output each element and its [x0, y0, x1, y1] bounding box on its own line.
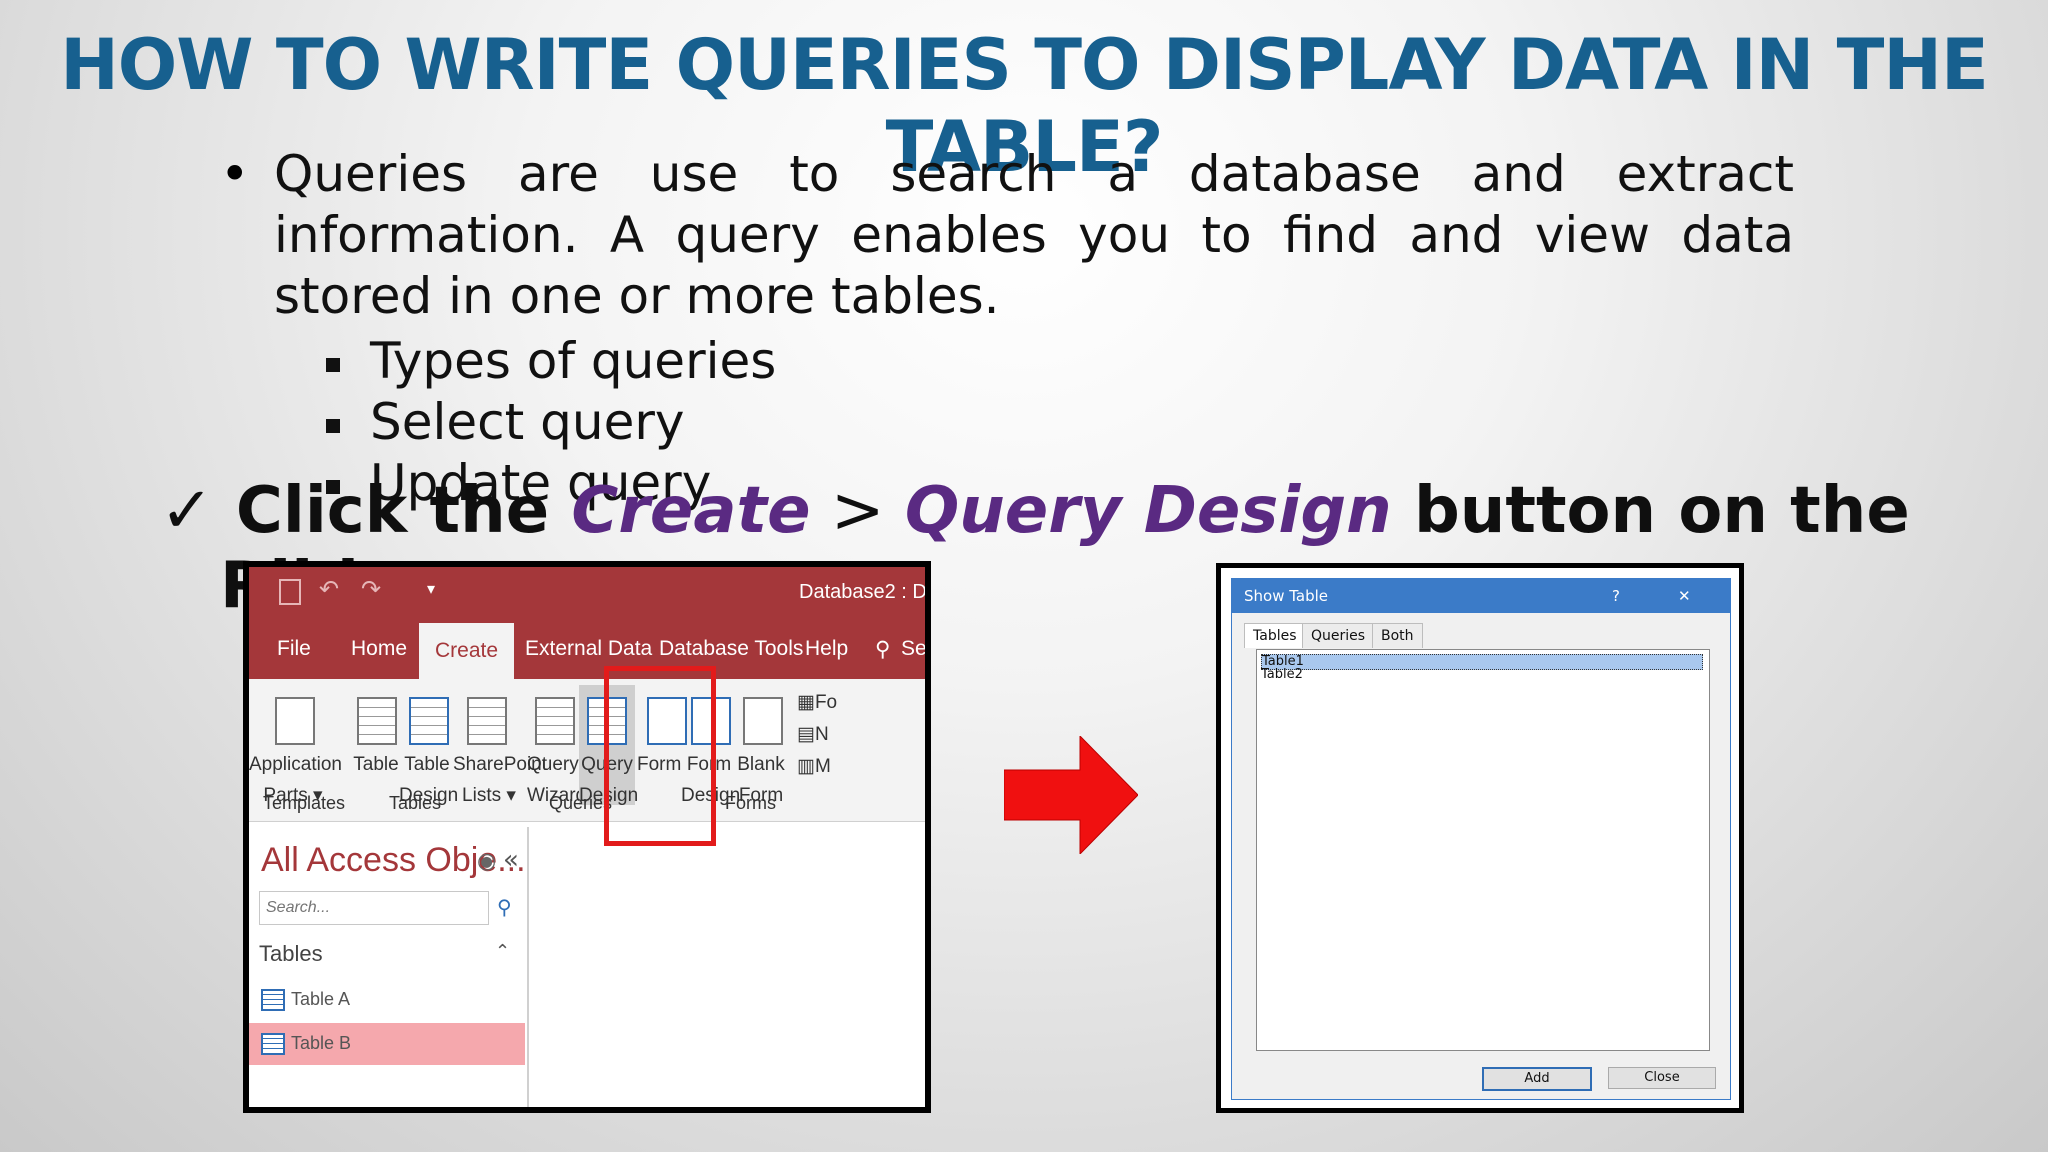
query-design-highlight-box	[604, 666, 716, 846]
tell-me-icon[interactable]: ⚲	[875, 637, 890, 662]
group-label-forms: Forms	[725, 793, 776, 813]
tab-database-tools[interactable]: Database Tools	[659, 637, 803, 661]
help-button[interactable]: ?	[1612, 579, 1620, 613]
group-label-templates: Templates	[263, 793, 346, 813]
close-icon[interactable]: ✕	[1678, 579, 1691, 613]
dialog-title: Show Table	[1244, 587, 1329, 605]
sub-bullet-item: Select query	[326, 392, 684, 453]
quick-access-dropdown-icon[interactable]: ▾	[427, 579, 435, 598]
show-table-screenshot: Show Table ? ✕ Tables Queries Both Table…	[1216, 563, 1744, 1113]
tab-external-data[interactable]: External Data	[525, 637, 652, 661]
tab-home[interactable]: Home	[351, 637, 407, 661]
show-table-dialog: Show Table ? ✕ Tables Queries Both Table…	[1231, 578, 1731, 1100]
tab-tell-me[interactable]: Se	[901, 637, 925, 661]
search-icon[interactable]: ⚲	[497, 895, 512, 919]
window-title: Database2 : Data	[799, 581, 927, 603]
group-label-tables: Tables	[389, 793, 442, 813]
bullet-dot: •	[220, 145, 250, 203]
check-icon: ✓	[160, 474, 214, 548]
form-wizard-button[interactable]: ▦Fo	[797, 687, 837, 718]
dialog-titlebar: Show Table ? ✕	[1232, 579, 1730, 613]
redo-icon[interactable]: ↷	[361, 575, 381, 603]
nav-section-tables[interactable]: Tables ⌃	[249, 935, 525, 977]
nav-item-table-b[interactable]: Table B	[249, 1023, 525, 1065]
nav-item-table-a[interactable]: Table A	[249, 979, 525, 1021]
square-bullet-icon	[326, 418, 340, 433]
sub-bullet-item: Types of queries	[326, 331, 776, 392]
list-item[interactable]: Table2	[1261, 668, 1701, 682]
table-design-icon[interactable]	[409, 697, 449, 745]
navigation-button[interactable]: ▤N	[797, 719, 837, 750]
access-titlebar: ↶ ↷ ▾ Database2 : Data	[249, 567, 925, 621]
square-bullet-icon	[326, 357, 340, 372]
blank-form-icon[interactable]	[743, 697, 783, 745]
query-wizard-icon[interactable]	[535, 697, 575, 745]
access-screenshot: ↶ ↷ ▾ Database2 : Data File Home Create …	[243, 561, 931, 1113]
create-emphasis: Create	[571, 474, 811, 548]
navigation-pane: All Access Obje... ◉ « ⚲ Tables ⌃ Table …	[249, 827, 529, 1107]
tab-file[interactable]: File	[277, 637, 311, 661]
dialog-tab-both[interactable]: Both	[1372, 623, 1423, 648]
instruction-line: ✓ Click the Create > Query Design button…	[160, 474, 1910, 548]
save-icon[interactable]	[279, 579, 301, 605]
table-button[interactable]: Table	[349, 749, 403, 780]
table-icon	[261, 989, 285, 1011]
ribbon: Application Parts ▾ Table Table Design Sha…	[249, 679, 925, 822]
nav-search-input[interactable]	[259, 891, 489, 925]
chevron-up-icon: ⌃	[495, 941, 511, 961]
right-arrow-icon	[1004, 736, 1138, 854]
chevron-down-icon[interactable]: ◉	[477, 849, 496, 874]
table-list: Table1 Table2	[1256, 649, 1710, 1051]
dialog-tab-tables[interactable]: Tables	[1244, 623, 1306, 648]
group-label-queries: Queries	[549, 793, 613, 813]
sharepoint-lists-button[interactable]: SharePoint Lists ▾	[453, 749, 547, 811]
undo-icon[interactable]: ↶	[319, 575, 339, 603]
more-forms-button[interactable]: ▥M	[797, 751, 837, 782]
dialog-tab-queries[interactable]: Queries	[1302, 623, 1375, 648]
table-icon[interactable]	[357, 697, 397, 745]
collapse-pane-icon[interactable]: «	[503, 845, 519, 875]
table-icon	[261, 1033, 285, 1055]
query-design-emphasis: Query Design	[904, 474, 1392, 548]
application-parts-icon[interactable]	[275, 697, 315, 745]
close-button[interactable]: Close	[1608, 1067, 1716, 1089]
sharepoint-lists-icon[interactable]	[467, 697, 507, 745]
add-button[interactable]: Add	[1482, 1067, 1592, 1091]
tab-create[interactable]: Create	[419, 623, 515, 679]
tab-help[interactable]: Help	[805, 637, 848, 661]
main-paragraph: Queries are use to search a database and…	[274, 145, 1794, 325]
